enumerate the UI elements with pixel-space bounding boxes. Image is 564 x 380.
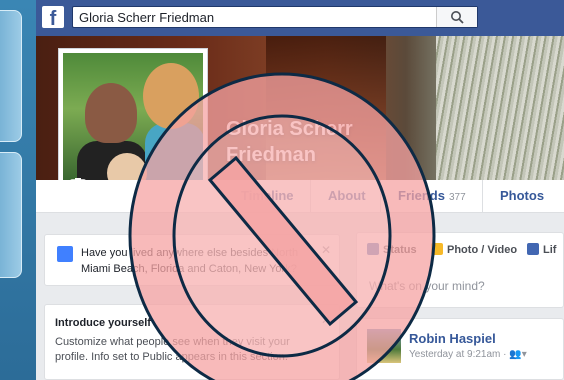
- tab-friends[interactable]: Friends 377: [398, 188, 466, 203]
- avatar[interactable]: [367, 329, 401, 363]
- side-decoration-bottom: [0, 152, 22, 278]
- search-input[interactable]: Gloria Scherr Friedman: [72, 6, 478, 28]
- top-bar: f Gloria Scherr Friedman: [36, 0, 564, 36]
- introduce-yourself-card: Introduce yourself Customize what people…: [44, 304, 340, 380]
- search-icon: [451, 11, 464, 24]
- tab-divider: [482, 180, 483, 212]
- tab-photos[interactable]: Photos: [500, 188, 544, 203]
- status-tab[interactable]: Status: [367, 243, 417, 256]
- search-value: Gloria Scherr Friedman: [79, 10, 215, 25]
- close-icon[interactable]: ✕: [321, 243, 331, 257]
- life-event-tab[interactable]: Lif: [527, 243, 556, 256]
- facebook-profile-screenshot: f Gloria Scherr Friedman Gloria Scherr F…: [36, 0, 564, 380]
- friends-count: 377: [448, 192, 466, 203]
- post-timestamp[interactable]: Yesterday at 9:21am · 👥▾: [409, 349, 527, 360]
- places-lived-prompt: Have you lived anywhere else besides Nor…: [44, 234, 340, 286]
- search-button[interactable]: [436, 7, 477, 27]
- facebook-logo[interactable]: f: [42, 6, 64, 28]
- photo-video-label: Photo / Video: [447, 244, 518, 256]
- audience-friends-icon: 👥▾: [509, 349, 527, 360]
- side-decoration-top: [0, 10, 22, 142]
- feed-post: Robin Haspiel Yesterday at 9:21am · 👥▾: [356, 318, 564, 380]
- tab-friends-label: Friends: [398, 188, 445, 203]
- photo-icon: [431, 243, 443, 255]
- post-composer: Status Photo / Video Lif What's on your …: [356, 232, 564, 308]
- tab-about[interactable]: About: [328, 188, 366, 203]
- profile-name[interactable]: Gloria Scherr Friedman: [226, 116, 353, 168]
- photo-person-head: [85, 83, 137, 143]
- profile-picture[interactable]: [58, 48, 208, 198]
- pencil-icon: [367, 243, 379, 255]
- post-meta-text: Yesterday at 9:21am ·: [409, 349, 510, 360]
- close-icon[interactable]: ✕: [321, 313, 331, 327]
- place-flag-icon: [57, 246, 73, 262]
- life-event-label: Lif: [543, 244, 557, 256]
- tab-timeline[interactable]: Timeline: [241, 188, 294, 203]
- photo-video-tab[interactable]: Photo / Video: [431, 243, 517, 256]
- intro-description: Customize what people see when they visi…: [55, 336, 290, 363]
- post-author[interactable]: Robin Haspiel: [409, 331, 496, 346]
- intro-title: Introduce yourself: [55, 317, 151, 329]
- profile-photo: [63, 53, 203, 193]
- cover-photo-grass: [436, 36, 564, 180]
- photo-person-head: [143, 63, 199, 129]
- composer-input[interactable]: What's on your mind?: [369, 279, 485, 293]
- profile-name-line2: Friedman: [226, 144, 317, 166]
- tab-divider: [380, 180, 381, 212]
- flag-icon: [527, 243, 539, 255]
- status-label: Status: [383, 244, 417, 256]
- profile-tabs: Timeline About Friends 377 Photos: [36, 180, 564, 213]
- profile-name-line1: Gloria Scherr: [226, 118, 353, 140]
- places-prompt-text: Have you lived anywhere else besides Nor…: [81, 247, 299, 275]
- tab-divider: [310, 180, 311, 212]
